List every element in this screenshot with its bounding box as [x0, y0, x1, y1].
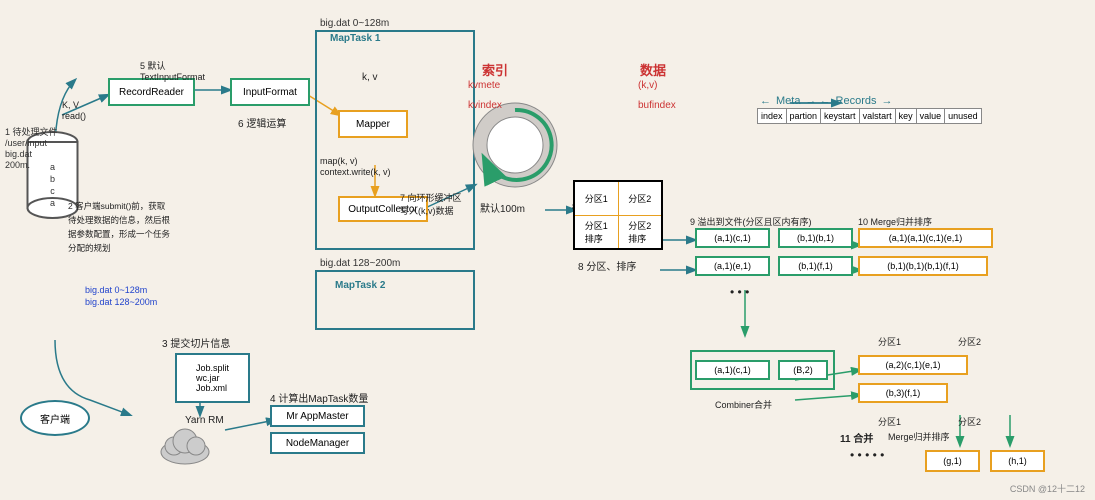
bigdat-bottom-label: big.dat 128~200m	[320, 258, 400, 269]
combine-result1-box: (a,2)(c,1)(e,1)	[858, 355, 968, 375]
bigdat-top-label: big.dat 0~128m	[320, 18, 389, 29]
cloud-shape	[158, 420, 213, 465]
index-main-label: 索引	[482, 60, 508, 79]
final-result2-box: (h,1)	[990, 450, 1045, 472]
merge-label: 10 Merge归并排序	[858, 215, 932, 228]
records-label: Records	[836, 95, 877, 107]
partition1-combine-label: 分区1	[878, 415, 901, 428]
spill-box-1a: (a,1)(c,1)	[695, 228, 770, 248]
spill-label: 9 溢出到文件(分区且区内有序)	[690, 215, 812, 228]
submit-info2-label: 3 提交切片信息	[162, 335, 230, 350]
dots1: • • •	[730, 285, 749, 299]
merge-result2-box: (b,1)(b,1)(b,1)(f,1)	[858, 256, 988, 276]
partition2-merge-label: 分区2	[958, 335, 981, 348]
partition2-sort-box: 分区2 排序	[619, 216, 662, 249]
final-result1-box: (g,1)	[925, 450, 980, 472]
partition2-combine-label: 分区2	[958, 415, 981, 428]
spill-box-1b: (b,1)(b,1)	[778, 228, 853, 248]
maptask2-outer-box	[315, 270, 475, 330]
submit-info-label: 2 客户端submit()前，获取 待处理数据的信息，然后根 据参数配置，形成一…	[68, 200, 198, 256]
diagram: a b c a 1 待处理文件 /user/input big.dat 200m…	[0, 0, 1095, 500]
dots3: • • • • •	[850, 448, 884, 462]
appmaster-box: Mr AppMaster	[270, 405, 365, 427]
default-textinput-label: 5 默认 TextInputFormat	[140, 48, 205, 83]
svg-text:a: a	[50, 198, 55, 208]
bufindex-label: bufindex	[638, 100, 676, 111]
default100m-label: 默认100m	[480, 200, 525, 215]
kv-data-label: (k,v)	[638, 80, 657, 91]
compute-maptask-label: 4 计算出MapTask数量	[270, 390, 368, 405]
meta-records-header: ← Meta → ← Records →	[760, 95, 893, 107]
combiner-label: Combiner合并	[715, 398, 772, 411]
svg-text:b: b	[50, 174, 55, 184]
write-buffer-label: 7 向环形缓冲区 写入(k,v)数据	[400, 180, 462, 217]
kv-read-label: K, V read()	[62, 100, 86, 122]
footer: CSDN @12十二12	[1010, 482, 1085, 495]
spill-box-2a: (a,1)(e,1)	[695, 256, 770, 276]
inputformat-box: InputFormat	[230, 78, 310, 106]
merge-result1-box: (a,1)(a,1)(c,1)(e,1)	[858, 228, 993, 248]
kvmete-label: kvmete	[468, 80, 500, 91]
merge3-label: 11 合并	[840, 430, 873, 445]
bigdat-0128-label: big.dat 0~128m	[85, 285, 147, 295]
map-context-label: map(k, v) context.write(k, v)	[320, 145, 391, 178]
combiner-box	[690, 350, 835, 390]
data-main-label: 数据	[640, 60, 666, 79]
job-files-box: Job.split wc.jar Job.xml	[175, 353, 250, 403]
index-table: index partion keystart valstart key valu…	[757, 108, 982, 124]
kvindex-label: kvindex	[468, 100, 502, 111]
partition2-box: 分区2	[619, 182, 662, 215]
partition1-box: 分区1	[575, 182, 619, 215]
bigdat-128200-label: big.dat 128~200m	[85, 297, 157, 307]
input-file-label: 1 待处理文件 /user/input big.dat 200m.	[5, 125, 75, 171]
combine-result2-box: (b,3)(f,1)	[858, 383, 948, 403]
meta-label: Meta	[776, 95, 800, 107]
partition-sort-label: 8 分区、排序	[578, 258, 636, 273]
maptask1-label: MapTask 1	[330, 33, 380, 44]
partition1-merge-label: 分区1	[878, 335, 901, 348]
maptask2-label: MapTask 2	[335, 280, 385, 291]
spill-box-2b: (b,1)(f,1)	[778, 256, 853, 276]
partition1-sort-box: 分区1 排序	[575, 216, 619, 249]
mapper-box: Mapper	[338, 110, 408, 138]
partition-outer-box: 分区1 分区2 分区1 排序 分区2 排序	[573, 180, 663, 250]
logic-label: 6 逻辑运算	[238, 115, 286, 130]
nodemanager-box: NodeManager	[270, 432, 365, 454]
client-oval: 客户端	[20, 400, 90, 436]
merge2-label: Merge归并排序	[888, 430, 950, 443]
kv2-label: k, v	[362, 72, 378, 83]
ring-buffer	[470, 100, 560, 193]
svg-text:c: c	[50, 186, 55, 196]
